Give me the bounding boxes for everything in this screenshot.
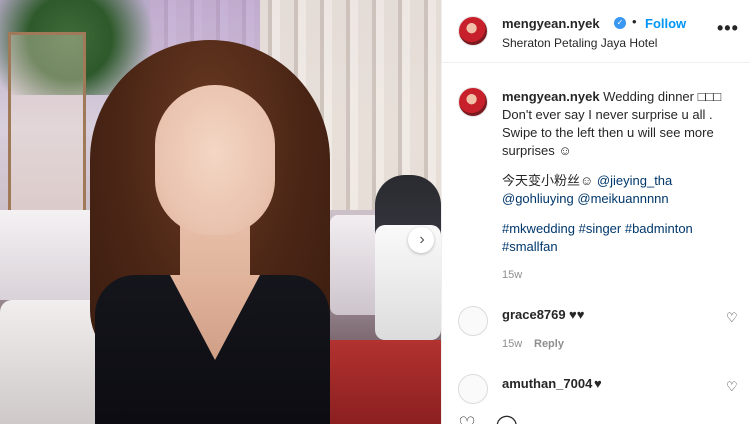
- caption-line: Swipe to the left then u will see more: [502, 125, 714, 140]
- comment-username[interactable]: amuthan_7004: [502, 376, 592, 391]
- post-actions: ♡ ◯: [458, 412, 518, 424]
- ellipsis-icon[interactable]: •••: [717, 18, 739, 39]
- author-username[interactable]: mengyean.nyek: [502, 16, 600, 31]
- post-sidebar: mengyean.nyek ✓ • Follow Sheraton Petali…: [441, 0, 750, 424]
- caption-text: mengyean.nyek Wedding dinner □□□ Don't e…: [502, 88, 737, 256]
- caption-mentions: @gohliuying @meikuannnnn: [502, 190, 737, 208]
- next-photo-button[interactable]: ›: [408, 227, 434, 253]
- separator-dot: •: [632, 14, 637, 29]
- caption-line: Don't ever say I never surprise u all .: [502, 107, 713, 122]
- author-avatar[interactable]: [458, 16, 488, 46]
- comment-timestamp[interactable]: 15w: [502, 338, 522, 350]
- caption-avatar[interactable]: [458, 87, 488, 117]
- hashtag-links[interactable]: #smallfan: [502, 238, 737, 256]
- follow-button[interactable]: Follow: [645, 16, 686, 31]
- heart-outline-icon[interactable]: ♡: [458, 414, 476, 424]
- mention-link[interactable]: @gohliuying: [502, 191, 574, 206]
- location-link[interactable]: Sheraton Petaling Jaya Hotel: [502, 36, 657, 50]
- verified-badge-icon: ✓: [614, 17, 626, 29]
- chevron-right-icon: ›: [419, 231, 425, 248]
- comment-icon[interactable]: ◯: [496, 414, 518, 424]
- post-photo[interactable]: ›: [0, 0, 441, 424]
- post-header: mengyean.nyek ✓ • Follow Sheraton Petali…: [442, 0, 750, 63]
- comment-item: grace8769 ♥♥ ♡ 15w Reply: [442, 300, 750, 360]
- reply-button[interactable]: Reply: [534, 338, 564, 350]
- person-face: [155, 85, 275, 235]
- instagram-post: › mengyean.nyek ✓ • Follow Sheraton Peta…: [0, 0, 750, 424]
- caption-username[interactable]: mengyean.nyek: [502, 89, 600, 104]
- hashtag-links[interactable]: #mkwedding #singer #badminton: [502, 220, 737, 238]
- subject-person: [60, 30, 360, 424]
- heart-outline-icon[interactable]: ♡: [726, 379, 738, 395]
- comment-text: ♥: [594, 376, 602, 391]
- caption-timestamp[interactable]: 15w: [502, 269, 522, 281]
- caption-line: surprises ☺: [502, 143, 572, 158]
- caption-line: Wedding dinner □□□: [603, 89, 722, 104]
- caption-mentions: 今天变小粉丝☺ @jieying_tha: [502, 172, 737, 190]
- commenter-avatar[interactable]: [458, 306, 488, 336]
- mention-link[interactable]: @jieying_tha: [597, 173, 672, 188]
- caption-line: 今天变小粉丝☺: [502, 173, 594, 188]
- commenter-avatar[interactable]: [458, 374, 488, 404]
- heart-outline-icon[interactable]: ♡: [726, 310, 738, 326]
- comment-username[interactable]: grace8769: [502, 307, 566, 322]
- mention-link[interactable]: @meikuannnnn: [577, 191, 668, 206]
- comment-text: ♥♥: [569, 307, 585, 322]
